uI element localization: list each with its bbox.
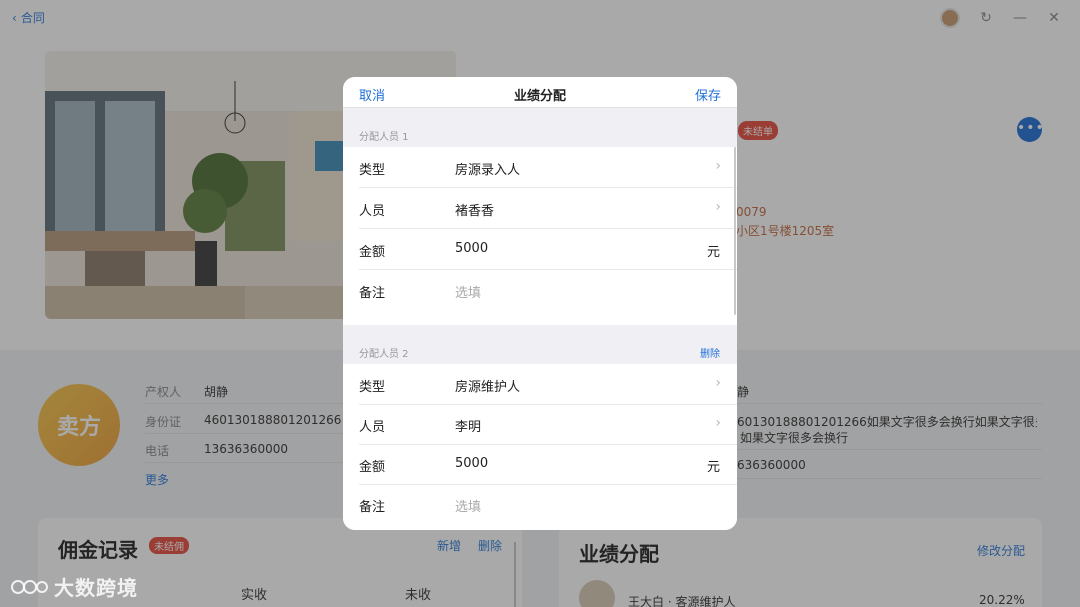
type-label: 类型 <box>359 380 386 395</box>
note-input[interactable]: 选填 <box>455 282 481 301</box>
person-row[interactable]: 人员 李明 › <box>343 404 737 445</box>
scrollbar[interactable] <box>734 147 736 315</box>
note-row[interactable]: 备注 选填 <box>343 484 737 525</box>
delete-group-button[interactable]: 删除 <box>700 345 720 360</box>
person-label: 人员 <box>359 420 386 435</box>
type-row[interactable]: 类型 房源维护人 › <box>343 364 737 405</box>
amount-row[interactable]: 金额 5000 元 <box>343 444 737 485</box>
type-value: 房源录入人 <box>455 163 521 178</box>
amount-label: 金额 <box>359 460 386 475</box>
amount-unit: 元 <box>706 460 720 475</box>
type-row[interactable]: 类型 房源录入人 › <box>343 147 737 188</box>
chevron-right-icon: › <box>715 375 721 391</box>
amount-input[interactable]: 5000 <box>455 241 488 256</box>
modal-header: 取消 业绩分配 保存 <box>343 77 737 108</box>
chevron-right-icon: › <box>715 199 721 215</box>
amount-unit: 元 <box>706 245 720 260</box>
note-label: 备注 <box>359 500 386 515</box>
type-label: 类型 <box>359 163 386 178</box>
chevron-right-icon: › <box>715 158 721 174</box>
allocation-group-1: 类型 房源录入人 › 人员 褚香香 › 金额 5000 元 备注 选填 <box>343 147 737 325</box>
save-button[interactable]: 保存 <box>695 85 721 104</box>
group-label-1: 分配人员 1 <box>359 132 409 143</box>
watermark: 大数跨境 <box>10 572 138 601</box>
watermark-text: 大数跨境 <box>54 576 138 600</box>
person-value: 褚香香 <box>455 204 495 219</box>
group-label-2: 分配人员 2 <box>359 349 409 360</box>
chevron-right-icon: › <box>715 415 721 431</box>
allocation-group-2: 类型 房源维护人 › 人员 李明 › 金额 5000 元 备注 选填 <box>343 364 737 530</box>
person-label: 人员 <box>359 204 386 219</box>
performance-allocation-modal: 取消 业绩分配 保存 分配人员 1 类型 房源录入人 › 人员 褚香香 › 金额… <box>343 77 737 530</box>
person-row[interactable]: 人员 褚香香 › <box>343 188 737 229</box>
modal-title: 业绩分配 <box>513 89 566 104</box>
amount-label: 金额 <box>359 245 386 260</box>
watermark-logo-icon <box>11 579 48 594</box>
amount-input[interactable]: 5000 <box>455 456 488 471</box>
type-value: 房源维护人 <box>455 380 521 395</box>
amount-row[interactable]: 金额 5000 元 <box>343 229 737 270</box>
note-input[interactable]: 选填 <box>455 496 481 515</box>
note-row[interactable]: 备注 选填 <box>343 270 737 311</box>
person-value: 李明 <box>455 420 482 435</box>
note-label: 备注 <box>359 286 386 301</box>
